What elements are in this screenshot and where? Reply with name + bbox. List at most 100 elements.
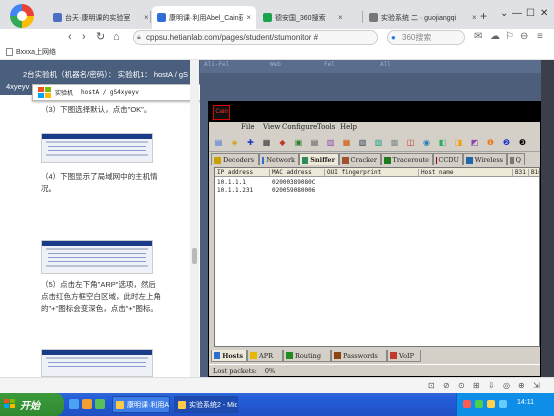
back-button[interactable]: ‹ bbox=[68, 31, 72, 43]
cain-tab-q[interactable]: Q bbox=[507, 153, 525, 165]
menu-file[interactable]: File bbox=[241, 123, 254, 131]
tab-1[interactable]: 台天·康明课的实验室 × bbox=[48, 6, 154, 29]
cain-tab-ccdu[interactable]: CCDU bbox=[433, 153, 463, 165]
tab-2[interactable]: 康明课·利用Abel_Cain获取 × bbox=[152, 6, 256, 29]
status-bar-icon[interactable]: ⊙ bbox=[458, 381, 465, 390]
tray-icon[interactable] bbox=[463, 400, 471, 408]
remote-desktop-view[interactable]: Ali-Fel Web Fel All Cain File View Confi… bbox=[200, 60, 554, 377]
reload-button[interactable]: ↻ bbox=[96, 31, 105, 43]
cain-tab-cracker[interactable]: Cracker bbox=[339, 153, 381, 165]
cain-tab-wireless[interactable]: Wireless bbox=[463, 153, 507, 165]
cain-tab-network[interactable]: Network bbox=[259, 153, 299, 165]
minimize-button[interactable]: — bbox=[512, 8, 522, 19]
cain-toolbar-icon[interactable]: ❸ bbox=[517, 137, 528, 148]
tab-close-icon[interactable]: × bbox=[472, 13, 477, 22]
scrollbar-thumb[interactable] bbox=[192, 248, 197, 264]
cain-toolbar-icon[interactable]: ◨ bbox=[453, 137, 464, 148]
tray-icon[interactable] bbox=[475, 400, 483, 408]
close-window-button[interactable]: ✕ bbox=[540, 8, 548, 19]
cain-toolbar-icon[interactable]: ◫ bbox=[405, 137, 416, 148]
status-bar-icon[interactable]: ◎ bbox=[503, 381, 510, 390]
tab-4[interactable]: 实验系统 二 · guojiangqi × bbox=[364, 6, 482, 29]
remote-tab[interactable]: Fel bbox=[324, 61, 335, 68]
cain-toolbar-icon[interactable]: ◧ bbox=[437, 137, 448, 148]
forward-button[interactable]: › bbox=[82, 31, 86, 43]
status-bar-icon[interactable]: ⊕ bbox=[518, 381, 525, 390]
tab-list-icon[interactable]: ⌄ bbox=[500, 8, 508, 19]
column-oui-fingerprint[interactable]: OUI fingerprint bbox=[325, 169, 419, 177]
bookmark-item[interactable]: Bxxxa上网络 bbox=[6, 47, 56, 57]
cain-bottom-tab-apr[interactable]: APR bbox=[247, 350, 283, 362]
cain-toolbar-icon[interactable]: ▤ bbox=[309, 137, 320, 148]
cain-toolbar-icon[interactable]: ◩ bbox=[469, 137, 480, 148]
cain-toolbar-icon[interactable]: ✚ bbox=[245, 137, 256, 148]
tray-icon[interactable] bbox=[487, 400, 495, 408]
cain-toolbar-icon[interactable]: ▤ bbox=[213, 137, 224, 148]
maximize-button[interactable]: ☐ bbox=[526, 8, 535, 19]
cain-toolbar-icon[interactable]: ▨ bbox=[373, 137, 384, 148]
menu-view[interactable]: View bbox=[263, 123, 280, 131]
search-input[interactable]: ● 360搜索 bbox=[387, 30, 465, 45]
column-b31[interactable]: B31 bbox=[513, 169, 529, 177]
hosts-table[interactable]: IP address MAC address OUI fingerprint H… bbox=[214, 167, 540, 347]
status-bar-icon[interactable]: ⇩ bbox=[488, 381, 495, 390]
remote-tab[interactable]: Web bbox=[270, 61, 281, 68]
flag-icon[interactable]: ⚐ bbox=[505, 31, 514, 42]
cain-tab-sniffer[interactable]: Sniffer bbox=[299, 153, 339, 165]
taskbar-item[interactable]: 实验系统2 - Micr bbox=[174, 396, 238, 413]
cain-tab-decoders[interactable]: Decoders bbox=[211, 153, 259, 165]
new-tab-button[interactable]: + bbox=[480, 9, 487, 23]
cain-toolbar-icon[interactable]: ▩ bbox=[389, 137, 400, 148]
status-bar-icon[interactable]: ⊘ bbox=[443, 381, 450, 390]
column-ip-address[interactable]: IP address bbox=[215, 169, 270, 177]
tab-close-icon[interactable]: × bbox=[144, 13, 149, 22]
remote-tab[interactable]: All bbox=[380, 61, 391, 68]
cain-bottom-tab-routing[interactable]: Routing bbox=[283, 350, 331, 362]
cain-toolbar-icon[interactable]: ▣ bbox=[293, 137, 304, 148]
quick-launch-icon[interactable] bbox=[69, 399, 79, 409]
status-bar-icon[interactable]: ⇲ bbox=[533, 381, 540, 390]
cain-toolbar-icon[interactable]: ▧ bbox=[357, 137, 368, 148]
cain-toolbar-icon[interactable]: ◈ bbox=[229, 137, 240, 148]
menu-icon[interactable]: ≡ bbox=[537, 31, 543, 42]
status-bar-icon[interactable]: ⊞ bbox=[473, 381, 480, 390]
menu-configure[interactable]: Configure bbox=[282, 123, 317, 131]
cain-bottom-tab-passwords[interactable]: Passwords bbox=[331, 350, 387, 362]
cain-bottom-tab-voip[interactable]: VoIP bbox=[387, 350, 421, 362]
cain-toolbar-icon[interactable]: ❷ bbox=[501, 137, 512, 148]
tab-close-icon[interactable]: × bbox=[338, 13, 343, 22]
column-mac-address[interactable]: MAC address bbox=[270, 169, 325, 177]
tray-icon[interactable] bbox=[499, 400, 507, 408]
instructions-scrollbar[interactable] bbox=[190, 60, 199, 377]
table-row-ip[interactable]: 10.1.1.231 bbox=[217, 187, 253, 194]
cain-toolbar-icon[interactable]: ◉ bbox=[421, 137, 432, 148]
status-bar-icon[interactable]: ⊡ bbox=[428, 381, 435, 390]
machine-selector[interactable]: 实验机 hostA / gS4xyeyv ▼ bbox=[32, 84, 200, 101]
tab-3[interactable]: 德安国_360搜索 × bbox=[258, 6, 348, 29]
cain-bottom-tab-hosts[interactable]: Hosts bbox=[211, 350, 247, 362]
cain-toolbar-icon[interactable]: ▦ bbox=[341, 137, 352, 148]
table-row-ip[interactable]: 10.1.1.1 bbox=[217, 179, 246, 186]
browser-logo-icon[interactable] bbox=[10, 4, 34, 28]
remote-scrollbar[interactable] bbox=[541, 60, 554, 377]
cain-toolbar-icon[interactable]: ◆ bbox=[277, 137, 288, 148]
cain-toolbar-icon[interactable]: ❶ bbox=[485, 137, 496, 148]
quick-launch-icon[interactable] bbox=[82, 399, 92, 409]
taskbar-item[interactable]: 康明课·利用Abel_ bbox=[112, 396, 170, 413]
zoom-icon[interactable]: ⊖ bbox=[520, 31, 528, 42]
menu-help[interactable]: Help bbox=[340, 123, 357, 131]
menu-tools[interactable]: Tools bbox=[317, 123, 335, 131]
cain-toolbar-icon[interactable]: ▦ bbox=[261, 137, 272, 148]
cain-tab-traceroute[interactable]: Traceroute bbox=[381, 153, 433, 165]
home-button[interactable]: ⌂ bbox=[113, 31, 120, 43]
cain-toolbar-icon[interactable]: ▥ bbox=[325, 137, 336, 148]
column-host-name[interactable]: Host name bbox=[419, 169, 513, 177]
column-b16[interactable]: B16 bbox=[529, 169, 539, 177]
tab-close-icon[interactable]: × bbox=[246, 13, 251, 22]
remote-tab[interactable]: Ali-Fel bbox=[204, 61, 229, 68]
address-bar[interactable]: 🔒︎ cppsu.hetianlab.com/pages/student/stu… bbox=[133, 30, 378, 45]
table-row-mac[interactable]: 02000389080C bbox=[272, 179, 315, 186]
mail-icon[interactable]: ✉ bbox=[474, 31, 482, 42]
clock[interactable]: 14:11 bbox=[517, 399, 534, 406]
quick-launch-icon[interactable] bbox=[95, 399, 105, 409]
